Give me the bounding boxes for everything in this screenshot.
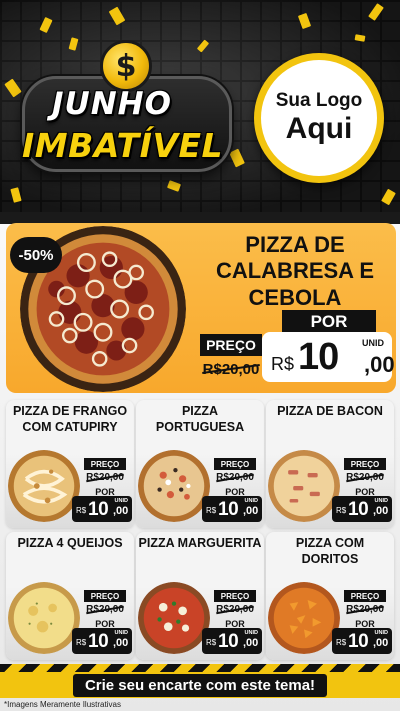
- old-price: R$20,00: [344, 470, 386, 484]
- unid-label: UNID: [244, 498, 258, 504]
- unid-label: UNID: [374, 498, 388, 504]
- price-box: UNID R$ 10 ,00: [202, 496, 262, 522]
- promo-title-line1: JUNHO: [52, 86, 172, 122]
- currency-symbol: R$: [336, 638, 347, 647]
- currency-symbol: R$: [76, 506, 87, 515]
- price-cents: ,00: [113, 505, 129, 517]
- confetti: [368, 3, 384, 21]
- disclaimer: *Imagens Meramente Ilustrativas: [4, 700, 121, 709]
- product-card[interactable]: PIZZA DE FRANGO COM CATUPIRY PREÇO R$20,…: [6, 400, 134, 528]
- unid-label: UNID: [114, 498, 128, 504]
- product-card[interactable]: PIZZA PORTUGUESA PREÇO R$20,00 POR UNID …: [136, 400, 264, 528]
- discount-badge: -50%: [10, 237, 62, 273]
- confetti: [108, 6, 126, 26]
- pizza-image: [268, 450, 340, 522]
- price-cents: ,00: [364, 352, 395, 377]
- pizza-image: [268, 582, 340, 654]
- featured-price-box: UNID R$ 10 ,00: [262, 332, 395, 382]
- product-name: PIZZA PORTUGUESA: [155, 404, 245, 434]
- price-cents: ,00: [373, 637, 389, 649]
- product-card[interactable]: PIZZA DE BACON PREÇO R$20,00 POR UNID R$…: [266, 400, 394, 528]
- old-price: R$20,00: [84, 470, 126, 484]
- confetti: [10, 187, 22, 203]
- price-box: UNID R$ 10 ,00: [332, 496, 392, 522]
- confetti: [166, 180, 182, 192]
- price-box: UNID R$ 10 ,00: [72, 628, 132, 654]
- preco-label: PREÇO: [84, 590, 126, 602]
- confetti: [196, 39, 210, 53]
- price-cents: ,00: [243, 637, 259, 649]
- currency-symbol: R$: [336, 506, 347, 515]
- confetti: [39, 16, 53, 34]
- product-card[interactable]: PIZZA MARGUERITA PREÇO R$20,00 POR UNID …: [136, 532, 264, 660]
- dollar-coin-icon: $: [100, 40, 152, 92]
- confetti: [297, 12, 312, 30]
- currency-symbol: R$: [271, 354, 295, 374]
- product-name: PIZZA 4 QUEIJOS: [17, 536, 123, 550]
- promo-title-line2: IMBATÍVEL: [22, 126, 224, 165]
- price-integer: 10: [218, 499, 239, 520]
- pizza-image: [8, 582, 80, 654]
- pizza-image: [138, 582, 210, 654]
- price-cents: ,00: [113, 637, 129, 649]
- confetti: [68, 37, 79, 51]
- product-name: PIZZA MARGUERITA: [138, 536, 262, 550]
- product-name: PIZZA DE BACON: [277, 404, 383, 418]
- currency-symbol: R$: [206, 638, 217, 647]
- pizza-image: [8, 450, 80, 522]
- hazard-stripe: [0, 664, 400, 672]
- confetti: [381, 188, 396, 206]
- brand-logo-placeholder: Sua Logo Aqui: [254, 53, 384, 183]
- currency-symbol: R$: [76, 638, 87, 647]
- confetti: [229, 148, 245, 168]
- unid-label: UNID: [114, 630, 128, 636]
- price-box: UNID R$ 10 ,00: [72, 496, 132, 522]
- product-name: PIZZA COM DORITOS: [295, 536, 365, 566]
- preco-label: PREÇO: [344, 458, 386, 470]
- price-integer: 10: [88, 499, 109, 520]
- featured-old-price: R$20,00: [200, 357, 262, 381]
- old-price: R$20,00: [344, 602, 386, 616]
- price-cents: ,00: [373, 505, 389, 517]
- featured-preco-label: PREÇO: [200, 334, 262, 356]
- pizza-image: [138, 450, 210, 522]
- featured-por-label: POR: [282, 310, 376, 334]
- cta-bar: Crie seu encarte com este tema!: [0, 672, 400, 698]
- currency-symbol: R$: [206, 506, 217, 515]
- confetti: [4, 78, 22, 98]
- unid-label: UNID: [374, 630, 388, 636]
- price-box: UNID R$ 10 ,00: [332, 628, 392, 654]
- old-price: R$20,00: [214, 602, 256, 616]
- product-card[interactable]: PIZZA 4 QUEIJOS PREÇO R$20,00 POR UNID R…: [6, 532, 134, 660]
- price-cents: ,00: [243, 505, 259, 517]
- product-card[interactable]: PIZZA COM DORITOS PREÇO R$20,00 POR UNID…: [266, 532, 394, 660]
- price-box: UNID R$ 10 ,00: [202, 628, 262, 654]
- preco-label: PREÇO: [214, 458, 256, 470]
- price-integer: 10: [88, 631, 109, 652]
- old-price: R$20,00: [84, 602, 126, 616]
- price-integer: 10: [348, 631, 369, 652]
- brand-logo-text-2: Aqui: [285, 111, 353, 145]
- price-integer: 10: [218, 631, 239, 652]
- unid-label: UNID: [244, 630, 258, 636]
- cta-text[interactable]: Crie seu encarte com este tema!: [72, 673, 328, 697]
- preco-label: PREÇO: [84, 458, 126, 470]
- price-integer: 10: [298, 336, 339, 378]
- preco-label: PREÇO: [214, 590, 256, 602]
- header-banner: $ JUNHO IMBATÍVEL Sua Logo Aqui: [0, 0, 400, 212]
- price-integer: 10: [348, 499, 369, 520]
- brand-logo-text-1: Sua Logo: [275, 90, 363, 112]
- featured-product-name: PIZZA DE CALABRESA E CEBOLA: [215, 232, 375, 310]
- preco-label: PREÇO: [344, 590, 386, 602]
- product-name: PIZZA DE FRANGO COM CATUPIRY: [12, 404, 128, 434]
- unid-label: UNID: [362, 338, 384, 348]
- old-price: R$20,00: [214, 470, 256, 484]
- confetti: [354, 34, 366, 42]
